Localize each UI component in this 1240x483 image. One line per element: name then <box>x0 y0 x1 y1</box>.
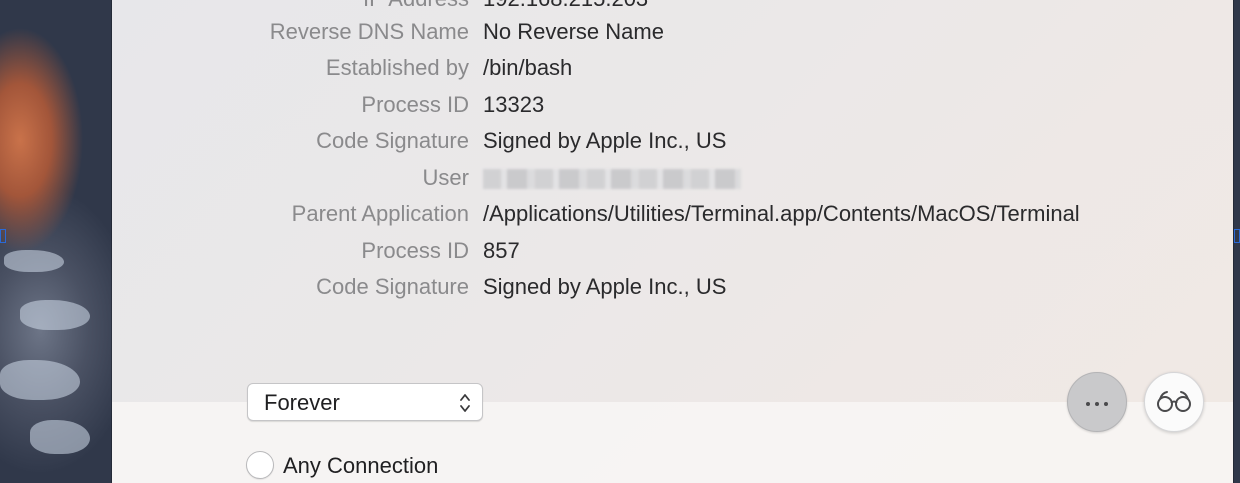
any-connection-radio[interactable] <box>246 451 274 479</box>
wallpaper-snow-patch <box>30 420 90 454</box>
detail-row-user: User <box>112 165 1233 191</box>
wallpaper-snow-patch <box>4 250 64 272</box>
detail-row-process-id: Process ID 13323 <box>112 92 1233 118</box>
wallpaper-snow-patch <box>0 360 80 400</box>
detail-value: 13323 <box>483 92 545 117</box>
detail-label: Process ID <box>361 238 469 263</box>
detail-label: Code Signature <box>316 274 469 299</box>
detail-label: Reverse DNS Name <box>269 19 469 44</box>
redacted-user-value <box>483 169 741 189</box>
detail-value: /bin/bash <box>483 55 573 80</box>
selection-marker-left <box>0 229 6 243</box>
detail-value: /Applications/Utilities/Terminal.app/Con… <box>483 201 1080 226</box>
detail-row-parent-process-id: Process ID 857 <box>112 238 1233 264</box>
detail-value: Signed by Apple Inc., US <box>483 128 727 153</box>
detail-row-reverse-dns: Reverse DNS Name No Reverse Name <box>112 19 1233 45</box>
connection-details-dialog: IP Address 192.168.215.203 Reverse DNS N… <box>112 0 1233 483</box>
detail-label: Parent Application <box>291 201 469 226</box>
detail-label: Established by <box>325 55 469 80</box>
duration-popup-button[interactable]: Forever <box>247 383 483 421</box>
detail-label: User <box>422 165 469 190</box>
detail-label: IP Address <box>109 0 469 12</box>
detail-row-code-signature: Code Signature Signed by Apple Inc., US <box>112 128 1233 154</box>
wallpaper-snow-patch <box>20 300 90 330</box>
any-connection-label[interactable]: Any Connection <box>283 452 438 480</box>
glasses-icon <box>1157 391 1191 412</box>
detail-value: 857 <box>483 238 520 263</box>
ellipsis-icon <box>1084 393 1111 411</box>
chevron-up-down-icon <box>460 394 470 412</box>
detail-value: No Reverse Name <box>483 19 664 44</box>
selection-marker-right <box>1234 229 1240 243</box>
duration-popup-label: Forever <box>264 390 340 415</box>
detail-row-ip-address: IP Address 192.168.215.203 <box>112 0 1233 12</box>
detail-label: Process ID <box>361 92 469 117</box>
detail-value: Signed by Apple Inc., US <box>483 274 727 299</box>
inspect-button[interactable] <box>1144 372 1204 432</box>
detail-label: Code Signature <box>316 128 469 153</box>
detail-row-parent-code-signature: Code Signature Signed by Apple Inc., US <box>112 274 1233 300</box>
more-options-button[interactable] <box>1067 372 1127 432</box>
detail-row-parent-application: Parent Application /Applications/Utiliti… <box>112 201 1233 227</box>
detail-value: 192.168.215.203 <box>483 0 648 12</box>
detail-row-established-by: Established by /bin/bash <box>112 55 1233 81</box>
